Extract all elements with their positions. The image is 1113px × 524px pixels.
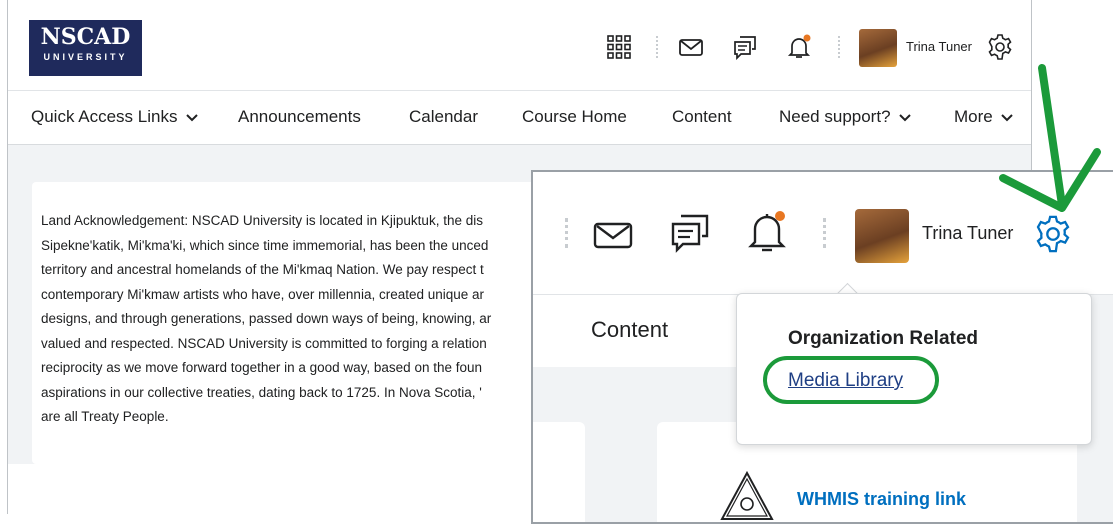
ack-line: contemporary Mi'kmaw artists who have, o… xyxy=(41,286,485,302)
chevron-down-icon xyxy=(186,114,198,122)
chat-icon[interactable] xyxy=(732,34,758,60)
ack-line: valued and respected. NSCAD University i… xyxy=(41,335,487,351)
avatar[interactable] xyxy=(855,209,909,263)
org-related-heading: Organization Related xyxy=(788,328,979,349)
ack-line: territory and ancestral homelands of the… xyxy=(41,262,484,277)
divider xyxy=(838,36,840,58)
land-acknowledgement-text: Land Acknowledgement: NSCAD University i… xyxy=(41,209,511,430)
user-name[interactable]: Trina Tuner xyxy=(922,223,1013,244)
chevron-down-icon xyxy=(899,114,911,122)
nav-label: Quick Access Links xyxy=(31,107,178,126)
bell-icon[interactable] xyxy=(786,34,812,60)
nav-quick-access-links[interactable]: Quick Access Links xyxy=(31,107,198,127)
chat-icon[interactable] xyxy=(669,212,711,254)
inset-header: Trina Tuner xyxy=(533,172,1113,295)
ack-line: designs, and through generations, passed… xyxy=(41,311,492,326)
nscad-logo[interactable]: NSCAD UNIVERSITY xyxy=(29,20,142,76)
nav-label: More xyxy=(954,107,993,126)
user-name[interactable]: Trina Tuner xyxy=(906,39,972,54)
chevron-down-icon xyxy=(1001,114,1014,122)
waffle-icon[interactable] xyxy=(606,34,632,60)
nav-announcements[interactable]: Announcements xyxy=(238,107,361,127)
nav-more[interactable]: More xyxy=(954,107,1014,127)
nav-calendar[interactable]: Calendar xyxy=(409,107,478,127)
ack-line: reciprocity as we move forward together … xyxy=(41,360,482,375)
avatar[interactable] xyxy=(859,29,897,67)
divider xyxy=(565,218,568,248)
gear-icon[interactable] xyxy=(986,33,1014,61)
nav-need-support[interactable]: Need support? xyxy=(779,107,911,127)
lower-panel xyxy=(8,464,568,514)
divider xyxy=(823,218,826,248)
logo-wordmark: NSCAD xyxy=(40,24,131,50)
divider xyxy=(656,36,658,58)
ack-line: Sipekne'katik, Mi'kma'ki, which since ti… xyxy=(41,237,489,253)
ack-line: Land Acknowledgement: NSCAD University i… xyxy=(41,213,483,228)
whmis-training-link[interactable]: WHMIS training link xyxy=(797,489,966,510)
bell-icon[interactable] xyxy=(746,208,790,254)
gear-icon[interactable] xyxy=(1033,214,1073,254)
mail-icon[interactable] xyxy=(593,219,633,251)
nav-label: Need support? xyxy=(779,107,891,126)
nav-content[interactable]: Content xyxy=(672,107,732,127)
ack-line: aspirations in our collective treaties, … xyxy=(41,384,482,400)
ack-line: are all Treaty People. xyxy=(41,409,169,424)
widget-card xyxy=(533,422,585,522)
logo-subtitle: UNIVERSITY xyxy=(43,52,128,62)
nav-course-home[interactable]: Course Home xyxy=(522,107,627,127)
mail-icon[interactable] xyxy=(678,34,704,60)
course-navbar: Quick Access Links Announcements Calenda… xyxy=(8,91,1031,145)
settings-dropdown: Organization Related Media Library xyxy=(736,293,1092,445)
highlight-circle xyxy=(763,356,939,404)
zoom-inset: Trina Tuner Content WHMIS training link … xyxy=(531,170,1113,524)
hazard-icon xyxy=(720,470,774,520)
top-header: NSCAD UNIVERSITY Trina Tuner xyxy=(8,0,1031,91)
nav-content[interactable]: Content xyxy=(591,317,668,343)
